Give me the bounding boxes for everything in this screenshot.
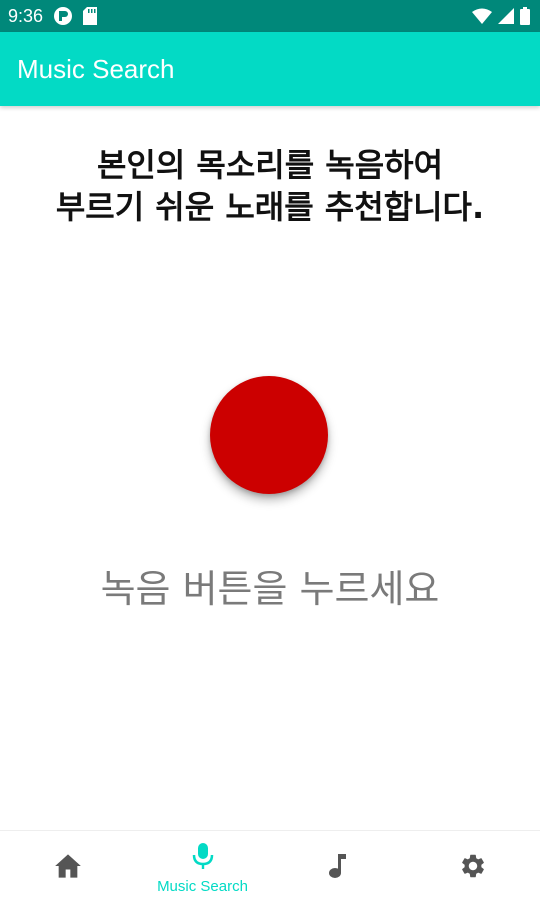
status-right bbox=[472, 7, 530, 25]
record-button[interactable] bbox=[210, 376, 328, 494]
music-note-icon bbox=[327, 852, 349, 884]
headline: 본인의 목소리를 녹음하여 부르기 쉬운 노래를 추천합니다. bbox=[0, 144, 540, 228]
notification-app-icon bbox=[53, 6, 73, 26]
bottom-nav: Music Search bbox=[0, 830, 540, 904]
gear-icon bbox=[459, 852, 487, 884]
wifi-icon bbox=[472, 8, 492, 24]
nav-item-home[interactable] bbox=[0, 831, 135, 904]
status-bar: 9:36 bbox=[0, 0, 540, 32]
headline-line-2: 부르기 쉬운 노래를 추천합니다. bbox=[55, 188, 485, 226]
cell-signal-icon bbox=[498, 8, 514, 24]
nav-item-music-search[interactable]: Music Search bbox=[135, 831, 270, 904]
nav-label-music-search: Music Search bbox=[157, 877, 248, 895]
status-time: 9:36 bbox=[8, 5, 44, 26]
battery-icon bbox=[520, 7, 530, 25]
headline-line-1: 본인의 목소리를 녹음하여 bbox=[96, 146, 444, 184]
instruction-text: 녹음 버튼을 누르세요 bbox=[100, 567, 440, 611]
home-icon bbox=[54, 853, 82, 883]
main-content: 본인의 목소리를 녹음하여 부르기 쉬운 노래를 추천합니다. 녹음 버튼을 누… bbox=[0, 106, 540, 830]
nav-item-music[interactable] bbox=[270, 831, 405, 904]
app-bar: Music Search bbox=[0, 32, 540, 106]
sd-card-icon bbox=[83, 7, 98, 25]
mic-icon bbox=[191, 842, 215, 874]
app-title: Music Search bbox=[17, 53, 175, 84]
nav-item-settings[interactable] bbox=[405, 831, 540, 904]
status-left: 9:36 bbox=[8, 5, 98, 27]
